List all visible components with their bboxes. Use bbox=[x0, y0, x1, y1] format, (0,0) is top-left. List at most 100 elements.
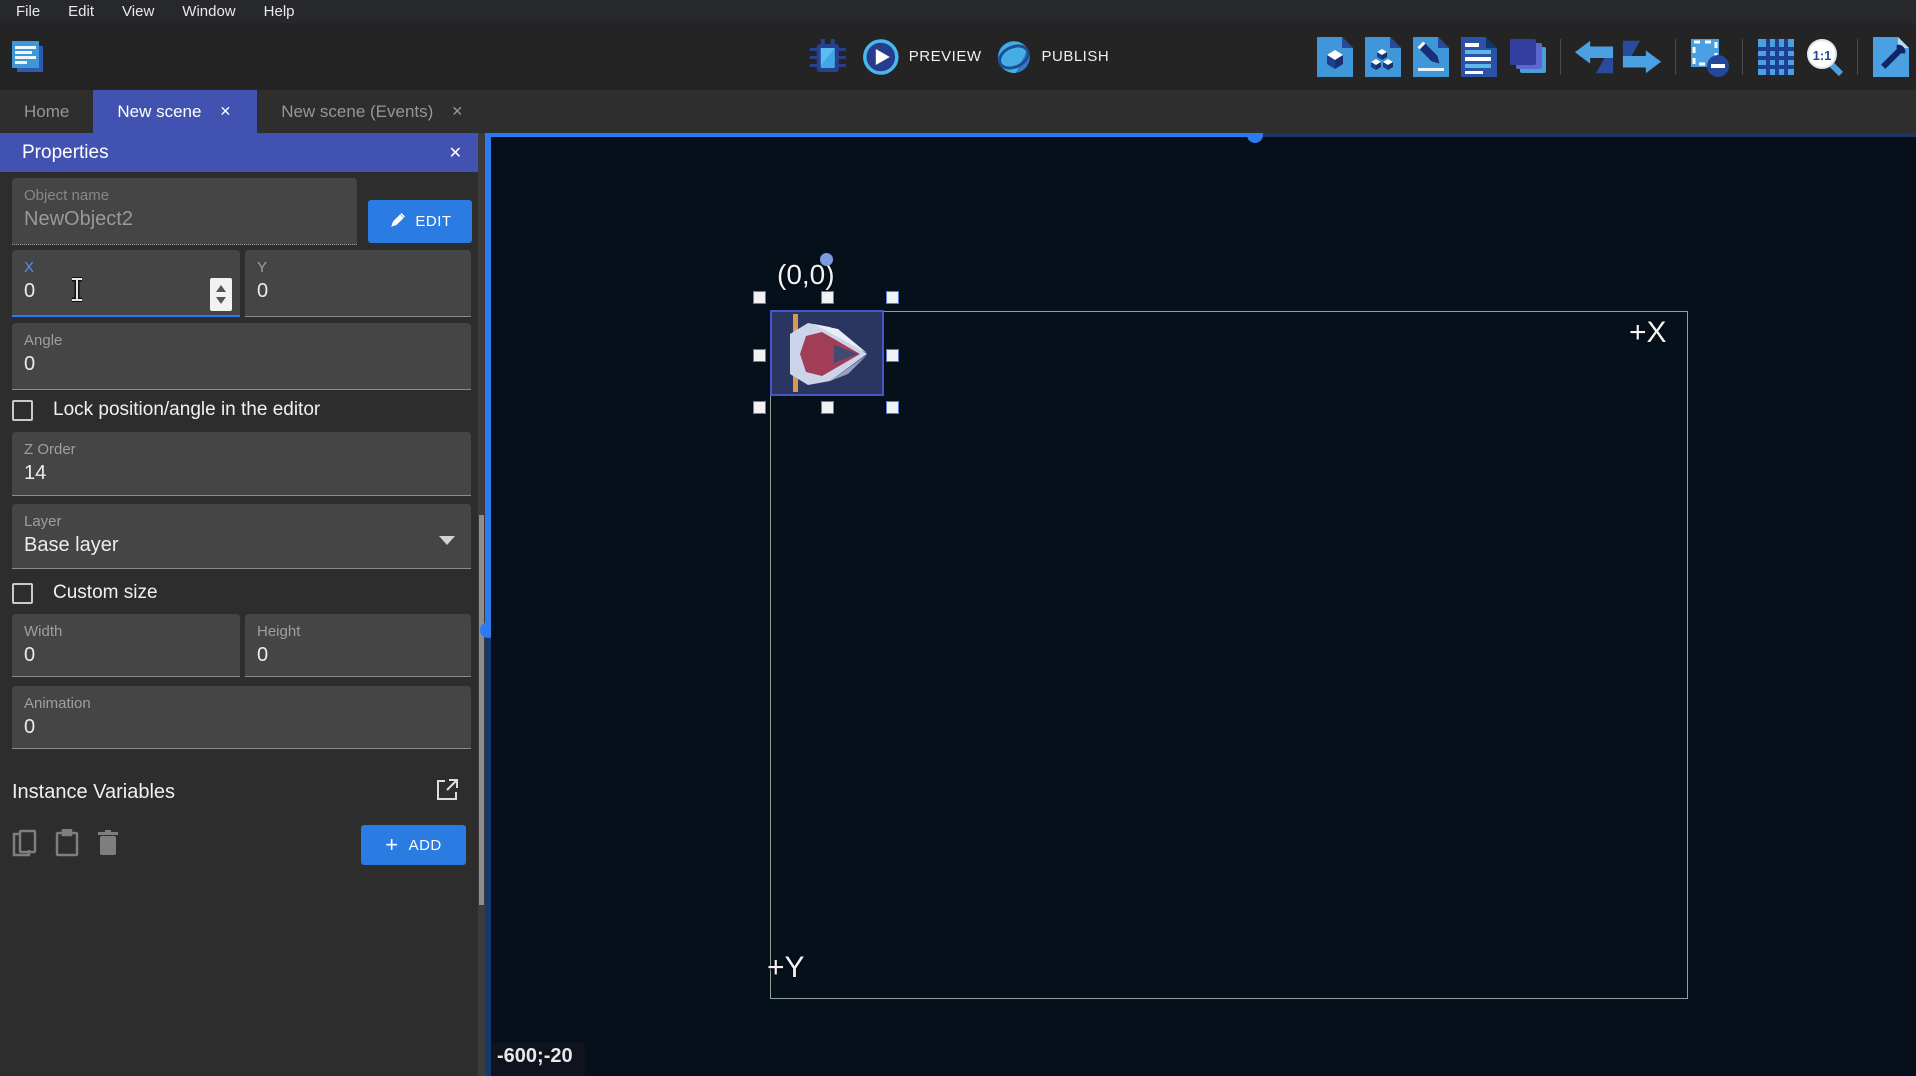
panel-scrollbar-thumb[interactable] bbox=[479, 515, 484, 905]
custom-size-checkbox[interactable] bbox=[12, 583, 33, 604]
editor-tab-bar: Home New scene ✕ New scene (Events) ✕ bbox=[0, 90, 1916, 133]
angle-field-label: Angle bbox=[24, 332, 459, 349]
selection-handle-top-right[interactable] bbox=[886, 291, 899, 304]
rotate-handle[interactable] bbox=[820, 253, 833, 266]
layers-panel-icon[interactable] bbox=[1506, 34, 1548, 80]
height-field[interactable]: Height 0 bbox=[245, 614, 471, 677]
toolbar-separator bbox=[1857, 39, 1858, 75]
height-label: Height bbox=[257, 623, 459, 640]
publish-button[interactable]: PUBLISH bbox=[995, 39, 1109, 75]
selection-handle-top-center[interactable] bbox=[821, 291, 834, 304]
toolbar-separator bbox=[1675, 39, 1676, 75]
properties-panel-header[interactable]: Properties ✕ bbox=[0, 133, 478, 172]
menu-view[interactable]: View bbox=[108, 0, 168, 23]
publish-label: PUBLISH bbox=[1041, 48, 1109, 65]
properties-panel-icon[interactable] bbox=[1410, 34, 1452, 80]
menu-file[interactable]: File bbox=[2, 0, 54, 23]
object-name-field: Object name NewObject2 bbox=[12, 178, 357, 245]
animation-label: Animation bbox=[24, 695, 459, 712]
object-groups-icon[interactable] bbox=[1362, 34, 1404, 80]
z-order-value: 14 bbox=[24, 458, 459, 488]
instance-variables-title: Instance Variables bbox=[12, 781, 175, 804]
selection-handle-bottom-center[interactable] bbox=[821, 401, 834, 414]
tab-label: Home bbox=[24, 102, 69, 122]
custom-size-label: Custom size bbox=[53, 582, 158, 604]
object-name-value: NewObject2 bbox=[24, 204, 345, 234]
debugger-icon[interactable] bbox=[807, 34, 849, 80]
menu-help[interactable]: Help bbox=[250, 0, 309, 23]
splitter-line bbox=[491, 133, 1255, 137]
tab-label: New scene (Events) bbox=[281, 102, 433, 122]
edit-object-button[interactable]: EDIT bbox=[368, 200, 472, 243]
tab-label: New scene bbox=[117, 102, 201, 122]
objects-panel-icon[interactable] bbox=[1314, 34, 1356, 80]
menu-bar: File Edit View Window Help bbox=[0, 0, 1916, 23]
height-value: 0 bbox=[257, 640, 459, 670]
selection-handle-bottom-left[interactable] bbox=[753, 401, 766, 414]
svg-text:1:1: 1:1 bbox=[1813, 48, 1832, 63]
add-button-label: ADD bbox=[409, 837, 442, 854]
lock-position-checkbox[interactable] bbox=[12, 400, 33, 421]
chevron-down-icon[interactable] bbox=[439, 536, 455, 545]
angle-field[interactable]: Angle 0 bbox=[12, 323, 471, 390]
angle-field-value: 0 bbox=[24, 349, 459, 379]
selection-handle-top-left[interactable] bbox=[753, 291, 766, 304]
game-window-frame bbox=[770, 311, 1688, 999]
trash-icon[interactable] bbox=[96, 829, 120, 862]
main-toolbar: PREVIEW PUBLISH bbox=[0, 23, 1916, 90]
selection-handle-bottom-right[interactable] bbox=[886, 401, 899, 414]
redo-icon[interactable] bbox=[1621, 34, 1663, 80]
preview-label: PREVIEW bbox=[909, 48, 982, 65]
preview-button[interactable]: PREVIEW bbox=[863, 39, 982, 75]
panel-title: Properties bbox=[22, 142, 109, 164]
width-value: 0 bbox=[24, 640, 228, 670]
spinner-down-icon[interactable] bbox=[216, 297, 226, 304]
paste-icon[interactable] bbox=[54, 829, 80, 862]
panel-scrollbar-track[interactable] bbox=[478, 133, 485, 1076]
animation-field[interactable]: Animation 0 bbox=[12, 686, 471, 749]
scene-settings-icon[interactable] bbox=[1870, 34, 1912, 80]
x-position-field[interactable]: X 0 bbox=[12, 250, 240, 317]
splitter-line bbox=[1255, 133, 1916, 137]
plus-icon: + bbox=[385, 835, 398, 855]
publish-icon bbox=[995, 39, 1031, 75]
close-icon[interactable]: ✕ bbox=[449, 143, 462, 163]
layer-value: Base layer bbox=[24, 530, 459, 560]
scene-editor-canvas[interactable]: (0,0) +X +Y -600;-20 bbox=[491, 133, 1916, 1076]
tab-new-scene-events[interactable]: New scene (Events) ✕ bbox=[257, 90, 489, 133]
splitter-drag-handle[interactable] bbox=[1247, 133, 1263, 143]
project-manager-icon[interactable] bbox=[8, 37, 48, 77]
clear-selection-icon[interactable] bbox=[1688, 34, 1730, 80]
lock-position-label: Lock position/angle in the editor bbox=[53, 399, 320, 421]
menu-edit[interactable]: Edit bbox=[54, 0, 108, 23]
tab-new-scene[interactable]: New scene ✕ bbox=[93, 90, 257, 133]
layer-dropdown[interactable]: Layer Base layer bbox=[12, 504, 471, 569]
undo-icon[interactable] bbox=[1573, 34, 1615, 80]
instances-list-icon[interactable] bbox=[1458, 34, 1500, 80]
x-field-label: X bbox=[24, 259, 228, 276]
open-in-new-icon[interactable] bbox=[435, 777, 460, 807]
width-field[interactable]: Width 0 bbox=[12, 614, 240, 677]
selection-handle-middle-left[interactable] bbox=[753, 349, 766, 362]
add-variable-button[interactable]: + ADD bbox=[361, 825, 466, 865]
grid-icon[interactable] bbox=[1755, 34, 1797, 80]
animation-value: 0 bbox=[24, 712, 459, 742]
zoom-original-icon[interactable]: 1:1 bbox=[1803, 34, 1845, 80]
tab-home[interactable]: Home bbox=[0, 90, 93, 133]
close-icon[interactable]: ✕ bbox=[449, 101, 465, 122]
preview-play-icon bbox=[863, 39, 899, 75]
x-axis-label: +X bbox=[1629, 316, 1667, 350]
menu-window[interactable]: Window bbox=[168, 0, 249, 23]
x-field-value: 0 bbox=[24, 276, 228, 306]
spinner-up-icon[interactable] bbox=[216, 285, 226, 292]
copy-icon[interactable] bbox=[12, 829, 38, 862]
x-field-spinner[interactable] bbox=[210, 278, 232, 311]
spaceship-sprite[interactable] bbox=[770, 310, 884, 396]
z-order-field[interactable]: Z Order 14 bbox=[12, 432, 471, 496]
selection-handle-middle-right[interactable] bbox=[886, 349, 899, 362]
layer-label: Layer bbox=[24, 513, 459, 530]
width-label: Width bbox=[24, 623, 228, 640]
close-icon[interactable]: ✕ bbox=[217, 101, 233, 122]
text-cursor-icon bbox=[70, 277, 84, 302]
y-position-field[interactable]: Y 0 bbox=[245, 250, 471, 317]
